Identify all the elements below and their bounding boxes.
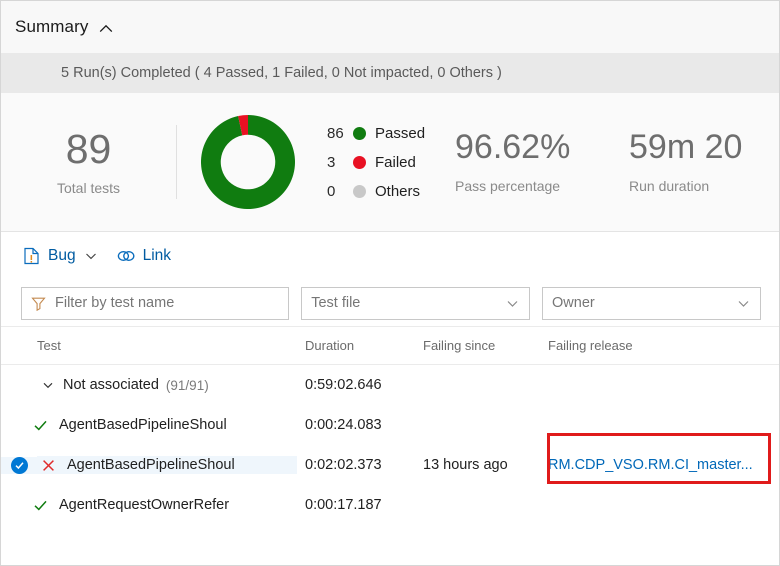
funnel-icon [31, 296, 46, 311]
chevron-down-icon[interactable] [84, 249, 98, 263]
owner-dropdown[interactable]: Owner [542, 286, 761, 320]
bug-document-icon [21, 246, 41, 266]
table-row[interactable]: AgentRequestOwnerRefer 0:00:17.187 [1, 485, 779, 525]
column-header-failing-since: Failing since [423, 338, 496, 353]
test-cell[interactable]: AgentRequestOwnerRefer [1, 496, 297, 514]
chevron-down-icon[interactable] [39, 376, 57, 394]
metrics-band: 89 Total tests 86 Passed 3 Failed 0 Othe… [1, 93, 779, 232]
metric-pass-percentage: 96.62% Pass percentage [451, 128, 629, 194]
passed-check-icon [29, 496, 51, 514]
legend-dot-passed [353, 126, 366, 140]
test-results-summary-page: Summary 5 Run(s) Completed ( 4 Passed, 1… [0, 0, 780, 566]
legend-count-failed: 3 [327, 153, 336, 171]
page-title: Summary [15, 17, 89, 36]
test-failing-since: 13 hours ago [423, 457, 508, 473]
legend-count-others: 0 [327, 182, 336, 200]
test-results-table: Test Duration Failing since Failing rele… [1, 326, 779, 525]
test-file-dropdown[interactable]: Test file [301, 286, 531, 320]
legend-item-others: 0 Others [327, 177, 451, 206]
donut-legend: 86 Passed 3 Failed 0 Others [319, 119, 451, 206]
test-duration: 0:00:17.187 [305, 497, 382, 513]
table-row[interactable]: Not associated (91/91) 0:59:02.646 [1, 365, 779, 405]
link-icon [116, 246, 136, 266]
command-toolbar: Bug Link [1, 232, 779, 280]
failing-release-link[interactable]: RM.CDP_VSO.RM.CI_master... [548, 457, 753, 473]
pass-percentage-value: 96.62% [455, 128, 571, 167]
test-failing-release-cell[interactable]: RM.CDP_VSO.RM.CI_master... [540, 457, 779, 473]
group-count: (91/91) [165, 377, 209, 393]
bug-button[interactable]: Bug [21, 241, 98, 271]
test-duration: 0:02:02.373 [305, 457, 382, 473]
column-header-test: Test [37, 338, 61, 353]
test-name-filter-placeholder: Filter by test name [55, 295, 175, 311]
test-cell[interactable]: AgentBasedPipelineShoul [1, 416, 297, 434]
donut-svg [201, 115, 295, 209]
metric-total-tests: 89 Total tests [1, 125, 176, 197]
group-name: Not associated [63, 377, 159, 393]
test-cell[interactable]: AgentBasedPipelineShoul [37, 456, 297, 474]
legend-label-passed: Passed [375, 124, 426, 142]
test-file-dropdown-label: Test file [311, 295, 361, 311]
column-header-duration: Duration [305, 338, 355, 353]
test-name-filter[interactable]: Filter by test name [21, 286, 290, 320]
bug-button-label: Bug [48, 247, 76, 264]
chevron-down-icon[interactable] [736, 296, 751, 311]
link-button-label: Link [142, 247, 172, 264]
metric-run-duration: 59m 20 Run duration [629, 128, 779, 194]
test-duration: 0:00:24.083 [305, 417, 382, 433]
link-button[interactable]: Link [116, 241, 171, 271]
test-name: AgentBasedPipelineShoul [67, 457, 235, 473]
runs-status-text: 5 Run(s) Completed ( 4 Passed, 1 Failed,… [61, 65, 502, 81]
summary-section-header[interactable]: Summary [1, 1, 779, 53]
failed-x-icon [37, 456, 59, 474]
legend-label-failed: Failed [375, 153, 416, 171]
pass-percentage-caption: Pass percentage [455, 177, 561, 194]
test-name: AgentRequestOwnerRefer [59, 497, 230, 513]
legend-dot-failed [353, 155, 366, 169]
legend-dot-others [353, 184, 366, 198]
filter-bar: Filter by test name Test file Owner [1, 280, 779, 326]
runs-status-bar: 5 Run(s) Completed ( 4 Passed, 1 Failed,… [1, 53, 779, 93]
results-donut-chart [177, 108, 319, 216]
legend-label-others: Others [375, 182, 421, 200]
run-duration-value: 59m 20 [629, 128, 743, 167]
total-tests-caption: Total tests [56, 180, 121, 197]
table-row-selected[interactable]: AgentBasedPipelineShoul 0:02:02.373 13 h… [1, 433, 779, 485]
table-row[interactable]: AgentBasedPipelineShoul 0:00:24.083 [1, 405, 779, 445]
table-header-row: Test Duration Failing since Failing rele… [1, 327, 779, 365]
passed-check-icon [29, 416, 51, 434]
group-cell[interactable]: Not associated (91/91) [1, 376, 297, 394]
row-checkbox-checked[interactable] [10, 456, 28, 474]
chevron-up-icon[interactable] [97, 20, 115, 38]
legend-count-passed: 86 [327, 124, 344, 142]
owner-dropdown-label: Owner [552, 295, 595, 311]
legend-item-failed: 3 Failed [327, 148, 451, 177]
legend-item-passed: 86 Passed [327, 119, 451, 148]
test-name: AgentBasedPipelineShoul [59, 417, 227, 433]
group-duration: 0:59:02.646 [305, 377, 382, 393]
chevron-down-icon[interactable] [505, 296, 520, 311]
run-duration-caption: Run duration [629, 177, 710, 194]
total-tests-value: 89 [65, 125, 112, 172]
row-select-cell[interactable] [1, 456, 37, 474]
column-header-failing-release: Failing release [548, 338, 633, 353]
